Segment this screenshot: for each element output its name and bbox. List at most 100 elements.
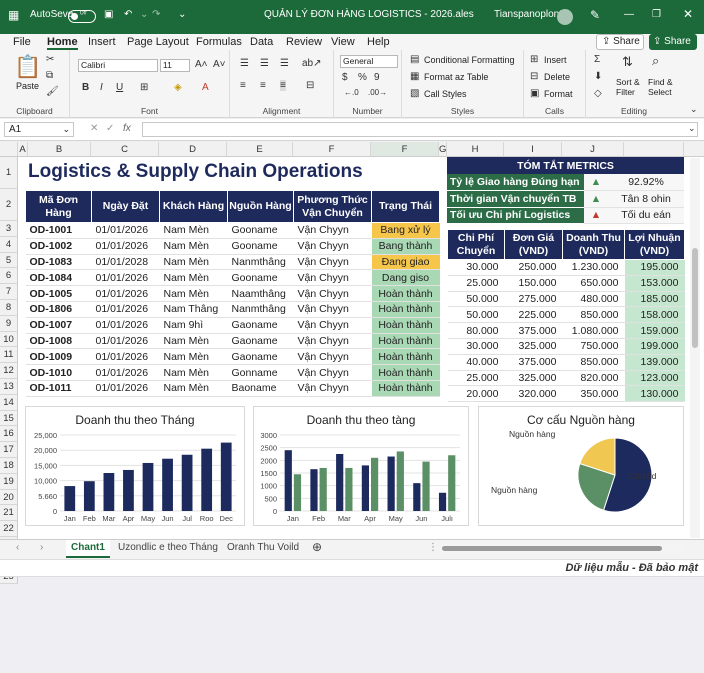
cut-icon[interactable]: ✂	[46, 54, 54, 65]
row-header-15[interactable]: 15	[0, 410, 18, 427]
horizontal-scroll-thumb[interactable]	[442, 546, 662, 551]
sort-filter-icon[interactable]: ⇅	[622, 54, 633, 70]
conditional-formatting-button[interactable]: Conditional Formatting	[424, 55, 515, 65]
autosave-toggle[interactable]: ᴼᶠᶠ	[68, 10, 96, 23]
customer-cell[interactable]: Nam Mèn	[159, 222, 228, 239]
shipping-cost-cell[interactable]: 80.000	[447, 322, 505, 339]
row-header-8[interactable]: 8	[0, 300, 18, 316]
customer-cell[interactable]: Nam Mèn	[159, 380, 228, 397]
order-date-cell[interactable]: 01/01/2026	[91, 301, 160, 318]
header-shipping-cost[interactable]: Chi Phí Chuyển	[447, 229, 505, 260]
shipping-cost-cell[interactable]: 40.000	[447, 354, 505, 371]
column-header-a[interactable]: A	[18, 142, 28, 157]
status-cell[interactable]: Hoàn thành	[371, 285, 440, 302]
unit-price-cell[interactable]: 250.000	[504, 259, 563, 276]
shipping-cell[interactable]: Vận Chyyn	[293, 317, 372, 334]
order-date-cell[interactable]: 01/01/2026	[91, 364, 160, 381]
header-revenue[interactable]: Doanh Thu (VND)	[562, 229, 625, 260]
order-id-cell[interactable]: OD-1008	[25, 333, 92, 350]
sort-filter-button[interactable]: Sort & Filter	[616, 77, 644, 97]
shipping-cost-cell[interactable]: 20.000	[447, 385, 505, 403]
align-bottom-icon[interactable]: ☰	[280, 58, 289, 69]
source-cell[interactable]: Gaoname	[227, 348, 294, 366]
order-date-cell[interactable]: 01/01/2026	[91, 238, 160, 255]
source-cell[interactable]: Gooname	[227, 269, 294, 287]
revenue-cell[interactable]: 750.000	[562, 338, 625, 355]
order-id-cell[interactable]: OD-1083	[25, 254, 92, 271]
prev-sheet-icon[interactable]: ‹	[16, 540, 19, 558]
column-header-d[interactable]: E	[227, 142, 293, 157]
source-cell[interactable]: Nanmthâng	[227, 301, 294, 318]
order-date-cell[interactable]: 01/01/2026	[91, 380, 160, 397]
menu-data[interactable]: Data	[250, 34, 273, 50]
borders-icon[interactable]: ⊞	[140, 82, 148, 93]
confirm-entry-icon[interactable]: ✓	[106, 123, 114, 134]
align-middle-icon[interactable]: ☰	[260, 58, 269, 69]
column-header-a2[interactable]: B	[28, 142, 91, 157]
revenue-cell[interactable]: 850.000	[562, 306, 625, 324]
redo-icon[interactable]: ↷	[152, 9, 160, 20]
shipping-cell[interactable]: Vận Chyyn	[293, 301, 372, 318]
header-profit[interactable]: Lợi Nhuận (VND)	[624, 229, 685, 260]
cell-styles-icon[interactable]: ▧	[410, 88, 419, 99]
undo-dropdown-icon[interactable]: ⌄	[140, 9, 148, 20]
unit-price-cell[interactable]: 320.000	[504, 385, 563, 403]
row-header-21[interactable]: 21	[0, 505, 18, 522]
customer-cell[interactable]: Nam 9hì	[159, 317, 228, 334]
formula-input[interactable]	[142, 122, 698, 137]
chart-revenue-by-level[interactable]: Doanh thu theo tàng 0 500 1000 1500 2000 2500…	[253, 406, 469, 526]
profit-cell[interactable]: 199.000	[624, 338, 685, 355]
row-header-12[interactable]: 12	[0, 363, 18, 379]
profit-cell[interactable]: 153.000	[624, 275, 685, 292]
unit-price-cell[interactable]: 325.000	[504, 338, 563, 355]
fill-icon[interactable]: ⬇	[594, 71, 602, 82]
align-right-icon[interactable]: ≡	[280, 80, 286, 91]
insert-function-icon[interactable]: fx	[123, 123, 131, 134]
sheet-tab-chant1[interactable]: Chant1	[66, 540, 110, 558]
row-header-13[interactable]: 13	[0, 379, 18, 395]
source-cell[interactable]: Gooname	[227, 238, 294, 255]
chart-source-structure[interactable]: Cơ cấu Nguồn hàng Cd/16d Nguồn hàng Nguồn …	[478, 406, 684, 526]
fill-color-icon[interactable]: ◈	[174, 82, 182, 93]
worksheet[interactable]: A B C D E F F G H I J 1 2 3 4 5 6 7 8 9 10 11 12 13 1…	[0, 142, 704, 585]
row-header-4[interactable]: 4	[0, 236, 18, 253]
revenue-cell[interactable]: 350.000	[562, 385, 625, 403]
format-table-icon[interactable]: ▦	[410, 71, 419, 82]
row-header-9[interactable]: 9	[0, 315, 18, 332]
unit-price-cell[interactable]: 375.000	[504, 354, 563, 371]
column-header-b[interactable]: C	[91, 142, 159, 157]
source-cell[interactable]: Gaoname	[227, 317, 294, 334]
row-header-2[interactable]: 2	[0, 189, 18, 221]
column-header-j[interactable]	[624, 142, 684, 157]
status-cell[interactable]: Hoàn thành	[371, 348, 440, 366]
order-date-cell[interactable]: 01/01/2026	[91, 269, 160, 287]
profit-cell[interactable]: 159.000	[624, 322, 685, 339]
row-header-16[interactable]: 16	[0, 426, 18, 443]
insert-cells-icon[interactable]: ⊞	[530, 54, 538, 65]
row-header-6[interactable]: 6	[0, 268, 18, 285]
autosum-icon[interactable]: Σ	[594, 54, 600, 65]
unit-price-cell[interactable]: 375.000	[504, 322, 563, 339]
shipping-cell[interactable]: Vận Chyyn	[293, 238, 372, 255]
order-id-cell[interactable]: OD-1011	[25, 380, 92, 397]
vertical-scrollbar[interactable]	[690, 158, 700, 538]
status-cell[interactable]: Đang giao	[371, 254, 440, 271]
user-name[interactable]: Tianspanoplont	[494, 9, 562, 20]
header-order-id[interactable]: Mã Đơn Hàng	[25, 190, 92, 223]
header-customer[interactable]: Khách Hàng	[159, 190, 228, 223]
revenue-cell[interactable]: 1.080.000	[562, 322, 625, 339]
row-header-22[interactable]: 22	[0, 521, 18, 537]
shipping-cost-cell[interactable]: 30.000	[447, 259, 505, 276]
revenue-cell[interactable]: 1.230.000	[562, 259, 625, 276]
revenue-cell[interactable]: 850.000	[562, 354, 625, 371]
format-painter-icon[interactable]: 🖌	[46, 86, 59, 97]
profit-cell[interactable]: 195.000	[624, 259, 685, 276]
customer-cell[interactable]: Nam Mèn	[159, 285, 228, 302]
format-cells-button[interactable]: Format	[544, 89, 573, 99]
column-header-e[interactable]: F	[293, 142, 371, 157]
source-cell[interactable]: Baoname	[227, 380, 294, 397]
underline-icon[interactable]: U	[116, 82, 123, 93]
revenue-cell[interactable]: 820.000	[562, 370, 625, 387]
column-header-f2[interactable]: G	[439, 142, 447, 157]
shipping-cost-cell[interactable]: 50.000	[447, 306, 505, 324]
